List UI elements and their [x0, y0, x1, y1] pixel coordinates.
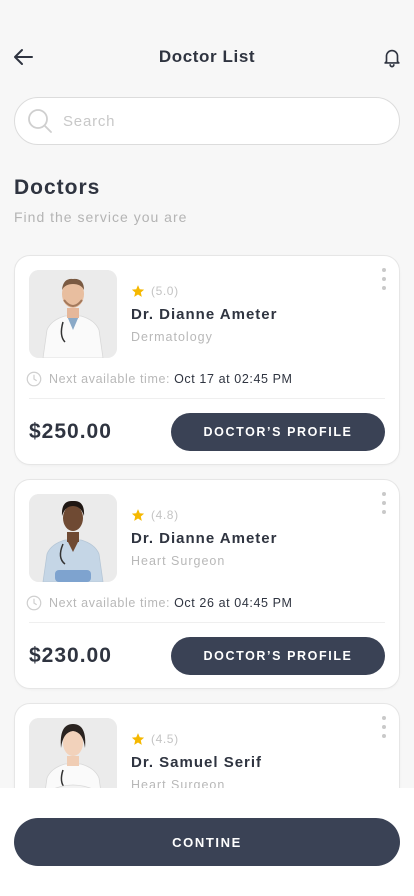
- doctor-name: Dr. Dianne Ameter: [131, 306, 278, 323]
- clock-icon: [26, 595, 42, 611]
- search-input[interactable]: [63, 112, 363, 130]
- top-bar: Doctor List: [0, 0, 414, 96]
- bell-icon: [384, 49, 400, 68]
- rating-value: (5.0): [151, 284, 179, 298]
- availability-label: Next available time:: [49, 596, 171, 610]
- doctor-profile-button[interactable]: DOCTOR’S PROFILE: [171, 637, 385, 675]
- doctor-specialty: Heart Surgeon: [131, 554, 226, 568]
- star-icon: [131, 285, 145, 297]
- price: $230.00: [29, 644, 112, 667]
- more-options-button[interactable]: [379, 492, 389, 514]
- rating: (4.8): [131, 508, 179, 522]
- section-title: Doctors: [14, 176, 101, 199]
- star-icon: [131, 733, 145, 745]
- rating-value: (4.5): [151, 732, 179, 746]
- more-vertical-icon: [382, 716, 386, 720]
- availability-label: Next available time:: [49, 372, 171, 386]
- page-title: Doctor List: [158, 47, 256, 66]
- price: $250.00: [29, 420, 112, 443]
- availability: Next available time: Oct 26 at 04:45 PM: [25, 594, 293, 612]
- star-icon: [131, 509, 145, 521]
- rating: (4.5): [131, 732, 179, 746]
- availability-time: Oct 26 at 04:45 PM: [174, 596, 293, 610]
- clock-icon: [26, 371, 42, 387]
- divider: [29, 398, 385, 399]
- divider: [29, 622, 385, 623]
- doctor-name: Dr. Dianne Ameter: [131, 530, 278, 547]
- more-vertical-icon: [382, 492, 386, 496]
- more-vertical-icon: [382, 268, 386, 272]
- availability: Next available time: Oct 17 at 02:45 PM: [25, 370, 293, 388]
- section-subtitle: Find the service you are: [14, 209, 188, 225]
- doctor-name: Dr. Samuel Serif: [131, 754, 263, 771]
- doctor-card[interactable]: (5.0) Dr. Dianne Ameter Dermatology Next…: [14, 255, 400, 465]
- bottom-action-bar: CONTINE: [0, 788, 414, 896]
- availability-time: Oct 17 at 02:45 PM: [174, 372, 293, 386]
- doctor-card[interactable]: (4.8) Dr. Dianne Ameter Heart Surgeon Ne…: [14, 479, 400, 689]
- search-icon: [28, 109, 52, 133]
- doctor-photo: [29, 494, 117, 582]
- search-bar[interactable]: [14, 97, 400, 145]
- doctor-specialty: Dermatology: [131, 330, 213, 344]
- notifications-button[interactable]: [378, 43, 406, 71]
- rating-value: (4.8): [151, 508, 179, 522]
- doctor-profile-button[interactable]: DOCTOR’S PROFILE: [171, 413, 385, 451]
- doctor-photo: [29, 270, 117, 358]
- more-options-button[interactable]: [379, 268, 389, 290]
- more-options-button[interactable]: [379, 716, 389, 738]
- rating: (5.0): [131, 284, 179, 298]
- continue-button[interactable]: CONTINE: [14, 818, 400, 866]
